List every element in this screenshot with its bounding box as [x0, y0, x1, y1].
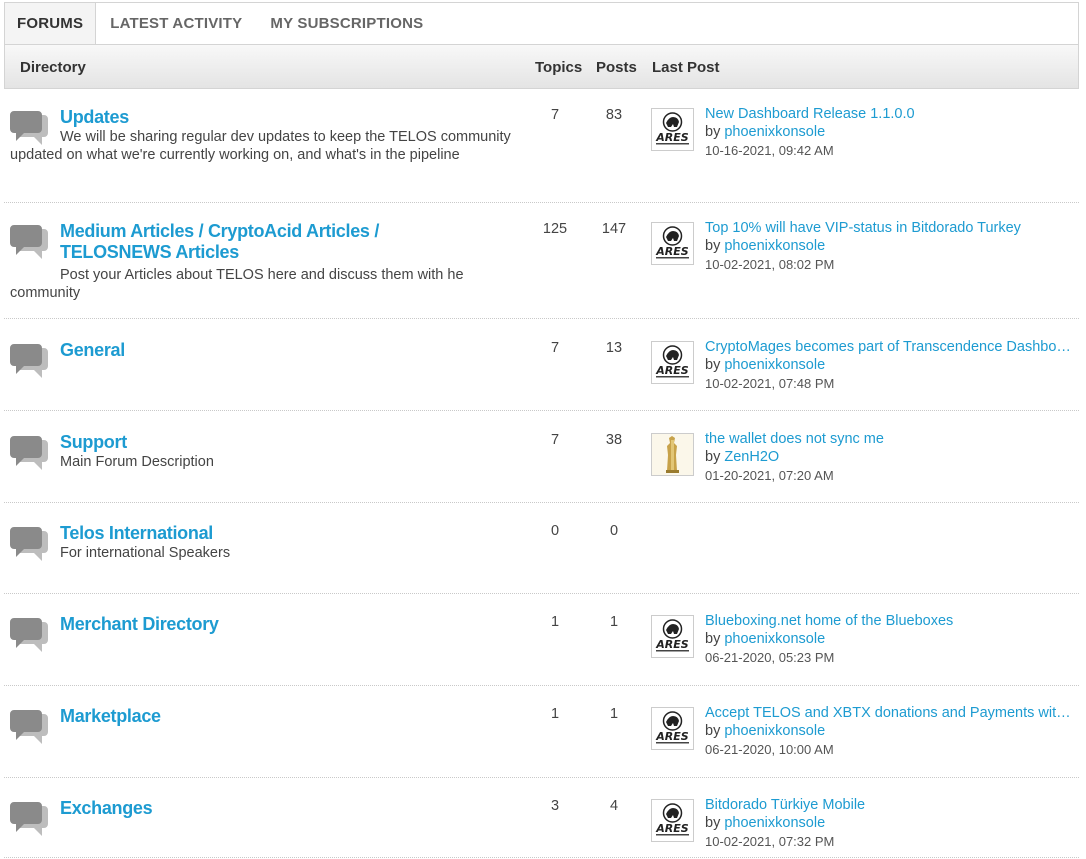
last-post-date: 10-02-2021, 08:02 PM	[705, 257, 835, 272]
last-post-author-link[interactable]: phoenixkonsole	[724, 723, 825, 739]
forum-chat-icon	[10, 342, 52, 380]
last-post-link[interactable]: Accept TELOS and XBTX donations and Paym…	[705, 705, 1077, 721]
last-post-date: 01-20-2021, 07:20 AM	[705, 468, 834, 483]
header-directory: Directory	[20, 59, 86, 76]
topic-count: 7	[550, 107, 560, 123]
forum-row: Merchant Directory 1 1 ARES Blueboxing.net h…	[4, 594, 1079, 686]
last-post-author-link[interactable]: phoenixkonsole	[724, 357, 825, 373]
post-count: 4	[609, 798, 619, 814]
topic-count: 0	[550, 523, 560, 539]
header-last-post: Last Post	[652, 59, 720, 76]
forum-title-link[interactable]: Marketplace	[60, 706, 490, 727]
last-post-by-label: by	[705, 124, 721, 140]
last-post-link[interactable]: Blueboxing.net home of the Blueboxes	[705, 613, 1077, 629]
last-post-author-link[interactable]: ZenH2O	[724, 449, 779, 465]
post-count: 13	[605, 340, 623, 356]
topic-count: 1	[550, 614, 560, 630]
post-count: 147	[601, 221, 627, 237]
last-post-by-label: by	[705, 723, 721, 739]
forum-row: Exchanges 3 4 ARES Bitdorado Türkiye Mobile b…	[4, 778, 1079, 858]
topic-count: 7	[550, 340, 560, 356]
last-post-by-label: by	[705, 238, 721, 254]
forum-title-link[interactable]: Support	[60, 432, 490, 453]
post-count: 1	[609, 614, 619, 630]
ares-logo-avatar-icon[interactable]: ARES	[651, 707, 694, 750]
last-post-byline: by phoenixkonsole	[705, 238, 825, 254]
forum-description: Post your Articles about TELOS here and …	[10, 267, 464, 301]
ares-logo-avatar-icon[interactable]: ARES	[651, 615, 694, 658]
tab-my-subscriptions[interactable]: MY SUBSCRIPTIONS	[256, 3, 437, 45]
tab-forums[interactable]: FORUMS	[5, 3, 97, 46]
post-count: 83	[605, 107, 623, 123]
svg-text:ARES: ARES	[655, 364, 688, 377]
last-post-link[interactable]: New Dashboard Release 1.1.0.0	[705, 106, 1077, 122]
last-post-by-label: by	[705, 357, 721, 373]
forum-row: General 7 13 ARES CryptoMages becomes part o…	[4, 319, 1079, 411]
forum-row: Updates We will be sharing regular dev up…	[4, 89, 1079, 203]
svg-text:ARES: ARES	[655, 730, 688, 743]
last-post-byline: by phoenixkonsole	[705, 357, 825, 373]
last-post-author-link[interactable]: phoenixkonsole	[724, 238, 825, 254]
header-topics: Topics	[535, 59, 583, 76]
last-post-byline: by phoenixkonsole	[705, 631, 825, 647]
last-post-byline: by ZenH2O	[705, 449, 779, 465]
forum-title-link[interactable]: Updates	[60, 107, 490, 128]
last-post-link[interactable]: CryptoMages becomes part of Transcendenc…	[705, 339, 1077, 355]
ares-logo-avatar-icon[interactable]: ARES	[651, 341, 694, 384]
last-post-date: 10-02-2021, 07:32 PM	[705, 834, 835, 849]
gold-figure-avatar-icon[interactable]	[651, 433, 694, 476]
last-post-by-label: by	[705, 815, 721, 831]
forum-chat-icon	[10, 223, 52, 261]
last-post-byline: by phoenixkonsole	[705, 815, 825, 831]
svg-text:ARES: ARES	[655, 822, 688, 835]
forum-row: Support Main Forum Description 7 38 the wall…	[4, 411, 1079, 503]
forum-description: Main Forum Description	[60, 454, 214, 470]
last-post-author-link[interactable]: phoenixkonsole	[724, 815, 825, 831]
post-count: 0	[609, 523, 619, 539]
last-post-date: 10-02-2021, 07:48 PM	[705, 376, 835, 391]
forum-chat-icon	[10, 708, 52, 746]
topic-count: 125	[542, 221, 568, 237]
svg-text:ARES: ARES	[655, 131, 688, 144]
last-post-byline: by phoenixkonsole	[705, 124, 825, 140]
forum-tabs: FORUMS LATEST ACTIVITY MY SUBSCRIPTIONS	[4, 2, 1079, 46]
topic-count: 1	[550, 706, 560, 722]
last-post-by-label: by	[705, 449, 721, 465]
last-post-link[interactable]: Top 10% will have VIP-status in Bitdorad…	[705, 220, 1077, 236]
forum-chat-icon	[10, 800, 52, 838]
last-post-by-label: by	[705, 631, 721, 647]
forum-list: Updates We will be sharing regular dev up…	[4, 89, 1079, 858]
ares-logo-avatar-icon[interactable]: ARES	[651, 222, 694, 265]
svg-text:ARES: ARES	[655, 245, 688, 258]
last-post-date: 06-21-2020, 05:23 PM	[705, 650, 835, 665]
last-post-author-link[interactable]: phoenixkonsole	[724, 631, 825, 647]
forum-chat-icon	[10, 616, 52, 654]
ares-logo-avatar-icon[interactable]: ARES	[651, 108, 694, 151]
forum-title-link[interactable]: Exchanges	[60, 798, 490, 819]
ares-logo-avatar-icon[interactable]: ARES	[651, 799, 694, 842]
last-post-date: 06-21-2020, 10:00 AM	[705, 742, 834, 757]
forum-title-link[interactable]: Medium Articles / CryptoAcid Articles / …	[60, 221, 490, 263]
post-count: 1	[609, 706, 619, 722]
forum-list-header: Directory Topics Posts Last Post	[4, 44, 1079, 89]
svg-text:ARES: ARES	[655, 638, 688, 651]
forum-description: For international Speakers	[60, 545, 231, 561]
last-post-link[interactable]: the wallet does not sync me	[705, 431, 1077, 447]
forum-title-link[interactable]: Telos International	[60, 523, 490, 544]
topic-count: 3	[550, 798, 560, 814]
post-count: 38	[605, 432, 623, 448]
header-posts: Posts	[596, 59, 637, 76]
last-post-byline: by phoenixkonsole	[705, 723, 825, 739]
forum-description: We will be sharing regular dev updates t…	[10, 129, 511, 163]
forum-row: Marketplace 1 1 ARES Accept TELOS and XBTX d…	[4, 686, 1079, 778]
forum-row: Telos International For international Spe…	[4, 503, 1079, 594]
forum-title-link[interactable]: General	[60, 340, 490, 361]
tab-latest-activity[interactable]: LATEST ACTIVITY	[96, 3, 256, 45]
last-post-link[interactable]: Bitdorado Türkiye Mobile	[705, 797, 1077, 813]
topic-count: 7	[550, 432, 560, 448]
last-post-date: 10-16-2021, 09:42 AM	[705, 143, 834, 158]
forum-title-link[interactable]: Merchant Directory	[60, 614, 490, 635]
last-post-author-link[interactable]: phoenixkonsole	[724, 124, 825, 140]
forum-row: Medium Articles / CryptoAcid Articles / …	[4, 203, 1079, 319]
